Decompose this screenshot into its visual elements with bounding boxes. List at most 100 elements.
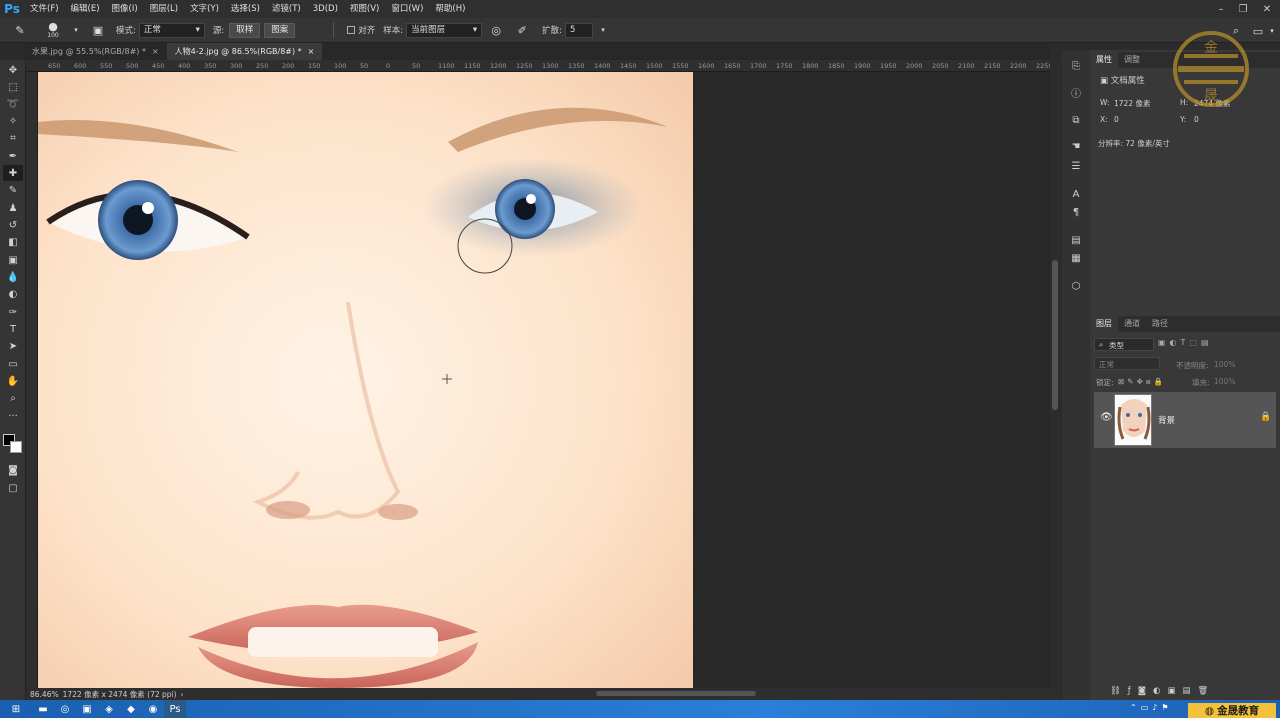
lock-icons[interactable]: ⊠✎✥⧈🔒 — [1118, 377, 1166, 387]
path-selection-tool-icon[interactable]: ➤ — [3, 338, 23, 354]
clone-stamp-tool-icon[interactable]: ♟ — [3, 200, 23, 216]
chevron-down-icon[interactable]: ▾ — [595, 22, 611, 38]
marquee-tool-icon[interactable]: ⬚ — [3, 79, 23, 95]
zoom-tool-icon[interactable]: ⌕ — [3, 390, 23, 406]
tab-layers[interactable]: 图层 — [1090, 316, 1118, 332]
chevron-right-icon[interactable]: › — [181, 690, 184, 699]
menu-filter[interactable]: 滤镜(T) — [266, 0, 307, 18]
type-tool-icon[interactable]: T — [3, 321, 23, 337]
y-value[interactable]: 0 — [1194, 115, 1199, 124]
pressure-size-icon[interactable]: ✐ — [514, 22, 530, 38]
menu-file[interactable]: 文件(F) — [24, 0, 65, 18]
layer-name[interactable]: 背景 — [1158, 414, 1175, 426]
layer-panel-footer-icons[interactable]: ⛓ƒ◙◐▣▤🗑 — [1110, 686, 1280, 698]
history-brush-tool-icon[interactable]: ↺ — [3, 217, 23, 233]
adjustments-icon[interactable]: ☰ — [1068, 158, 1084, 174]
paragraph-icon[interactable]: ¶ — [1068, 204, 1084, 220]
eraser-tool-icon[interactable]: ◧ — [3, 234, 23, 250]
app-icon[interactable]: ◈ — [98, 700, 120, 718]
menu-image[interactable]: 图像(I) — [106, 0, 144, 18]
scrollbar-thumb[interactable] — [1052, 260, 1058, 410]
pen-tool-icon[interactable]: ✑ — [3, 304, 23, 320]
x-value[interactable]: 0 — [1114, 115, 1119, 124]
zoom-level[interactable]: 86.46% — [30, 690, 59, 699]
hand-icon[interactable]: ☚ — [1068, 138, 1084, 154]
sampled-button[interactable]: 取样 — [229, 22, 261, 38]
move-tool-icon[interactable]: ✥ — [3, 62, 23, 78]
close-icon[interactable]: ✕ — [1256, 0, 1278, 18]
layer-filter-select[interactable]: ⌕ 类型 — [1094, 338, 1154, 351]
brush-tool-icon[interactable]: ✎ — [3, 182, 23, 198]
background-color-swatch[interactable] — [10, 441, 22, 453]
ignore-adjustment-icon[interactable]: ◎ — [488, 22, 504, 38]
crop-tool-icon[interactable]: ⌗ — [3, 130, 23, 146]
vertical-scrollbar[interactable] — [1050, 60, 1060, 688]
mode-select[interactable]: 正常 ▾ — [138, 22, 205, 38]
tab-channels[interactable]: 通道 — [1118, 316, 1146, 332]
character-icon[interactable]: A — [1068, 186, 1084, 202]
dodge-tool-icon[interactable]: ◐ — [3, 286, 23, 302]
canvas-area[interactable] — [38, 72, 1050, 688]
tab-paths[interactable]: 路径 — [1146, 316, 1174, 332]
sample-select[interactable]: 当前图层 ▾ — [406, 22, 483, 38]
horizontal-scrollbar-thumb[interactable] — [596, 691, 756, 696]
swatches-icon[interactable]: ▤ — [1068, 232, 1084, 248]
screen-mode-icon[interactable]: ▢ — [3, 480, 23, 496]
width-value[interactable]: 1722 像素 — [1114, 98, 1150, 109]
menu-type[interactable]: 文字(Y) — [184, 0, 225, 18]
tab-fruit[interactable]: 水果.jpg @ 55.5%(RGB/8#) * × — [24, 43, 167, 60]
file-explorer-icon[interactable]: ▬ — [32, 700, 54, 718]
opacity-value[interactable]: 100% — [1214, 360, 1235, 369]
start-button-icon[interactable]: ⊞ — [0, 700, 32, 718]
brush-preset-picker[interactable]: ● 100 — [42, 21, 64, 39]
menu-help[interactable]: 帮助(H) — [429, 0, 471, 18]
layer-filter-icons[interactable]: ▣◐T⬚▤ — [1158, 338, 1248, 351]
shape-tool-icon[interactable]: ▭ — [3, 356, 23, 372]
media-icon[interactable]: ▣ — [76, 700, 98, 718]
menu-3d[interactable]: 3D(D) — [307, 0, 344, 18]
eye-visibility-icon[interactable]: 👁 — [1100, 412, 1113, 423]
healing-brush-tool-icon[interactable]: ✚ — [3, 165, 23, 181]
hand-tool-icon[interactable]: ✋ — [3, 373, 23, 389]
brush-settings-icon[interactable]: ▣ — [90, 22, 106, 38]
pattern-button[interactable]: 图案 — [264, 22, 296, 38]
portrait-photo[interactable] — [38, 72, 693, 688]
close-icon[interactable]: × — [308, 43, 315, 60]
eyedropper-tool-icon[interactable]: ✒ — [3, 148, 23, 164]
menu-select[interactable]: 选择(S) — [225, 0, 266, 18]
more-tools-icon[interactable]: ··· — [3, 408, 23, 424]
aligned-checkbox[interactable]: 对齐 — [347, 24, 375, 36]
chevron-down-icon[interactable]: ▾ — [68, 22, 84, 38]
minimize-icon[interactable]: – — [1210, 0, 1232, 18]
lasso-tool-icon[interactable]: ➰ — [3, 96, 23, 112]
tab-adjustments[interactable]: 调整 — [1118, 52, 1146, 68]
menu-view[interactable]: 视图(V) — [344, 0, 385, 18]
info-icon[interactable]: ⓘ — [1068, 84, 1084, 100]
history-icon[interactable]: ⎘ — [1068, 58, 1084, 74]
quick-mask-icon[interactable]: ◙ — [3, 462, 23, 478]
blur-tool-icon[interactable]: 💧 — [3, 269, 23, 285]
menu-layer[interactable]: 图层(L) — [144, 0, 184, 18]
fill-value[interactable]: 100% — [1214, 377, 1235, 386]
layer-row-background[interactable]: 👁 背景 🔒 — [1094, 392, 1276, 448]
photoshop-taskbar-icon[interactable]: Ps — [164, 700, 186, 718]
system-tray-icons[interactable]: ⌃▭♪⚑ — [1130, 703, 1184, 715]
close-icon[interactable]: × — [152, 43, 159, 60]
gradient-tool-icon[interactable]: ▣ — [3, 252, 23, 268]
actions-icon[interactable]: ⧉ — [1068, 112, 1084, 128]
menu-edit[interactable]: 编辑(E) — [65, 0, 106, 18]
blend-mode-select[interactable]: 正常 — [1094, 357, 1160, 370]
3d-icon[interactable]: ⬡ — [1068, 278, 1084, 294]
chevron-down-icon[interactable]: ▾ — [1264, 23, 1280, 39]
notes-icon[interactable]: ▦ — [1068, 250, 1084, 266]
tab-properties[interactable]: 属性 — [1090, 52, 1118, 68]
app-green-icon[interactable]: ◉ — [142, 700, 164, 718]
app-orange-icon[interactable]: ◆ — [120, 700, 142, 718]
healing-brush-tool-icon[interactable]: ✎ — [12, 22, 28, 38]
menu-window[interactable]: 窗口(W) — [385, 0, 429, 18]
restore-icon[interactable]: ❐ — [1232, 0, 1254, 18]
magic-wand-tool-icon[interactable]: ✧ — [3, 113, 23, 129]
browser-icon[interactable]: ◎ — [54, 700, 76, 718]
diffusion-select[interactable]: 5 — [565, 22, 594, 38]
tab-portrait[interactable]: 人物4-2.jpg @ 86.5%(RGB/8#) * × — [166, 43, 323, 60]
